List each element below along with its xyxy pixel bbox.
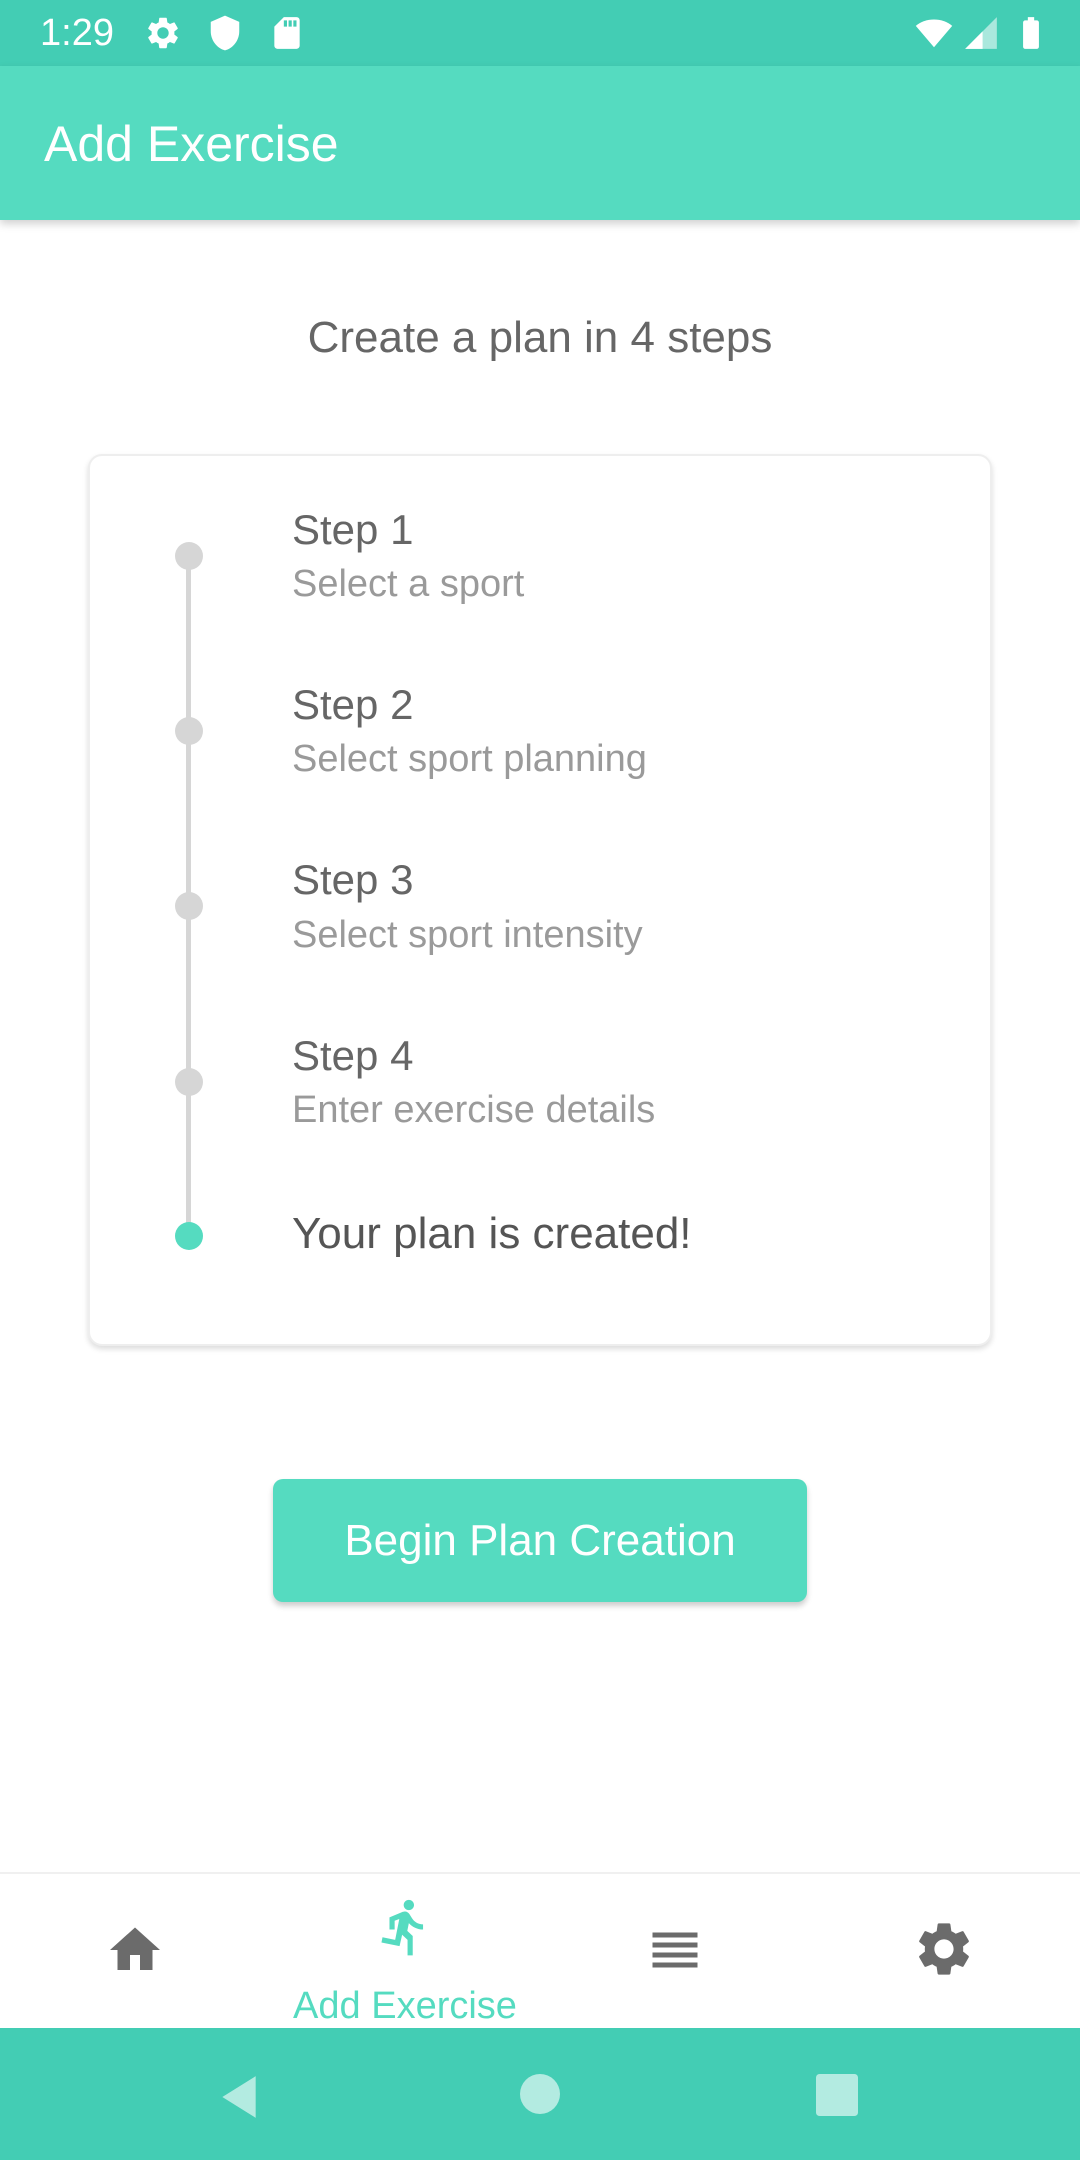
running-icon <box>381 1899 424 1956</box>
final-step-dot <box>175 1222 203 1250</box>
begin-plan-creation-button[interactable]: Begin Plan Creation <box>273 1479 807 1602</box>
back-icon[interactable] <box>214 2072 264 2122</box>
step-3-dot <box>175 892 203 920</box>
status-time: 1:29 <box>40 12 114 54</box>
app-bar-title: Add Exercise <box>44 116 339 172</box>
step-1-title: Step 1 <box>292 506 414 553</box>
step-4-dot <box>175 1068 203 1096</box>
nav-item-add-exercise[interactable]: Add Exercise <box>270 1874 540 2030</box>
list-icon <box>652 1932 698 1968</box>
app-bar: Add Exercise <box>0 66 1080 220</box>
step-2-title: Step 2 <box>292 681 414 728</box>
nav-item-home[interactable] <box>0 1874 270 2030</box>
step-4-description: Enter exercise details <box>292 1089 656 1131</box>
step-4-title: Step 4 <box>292 1032 414 1079</box>
sd-card-icon <box>274 17 300 49</box>
recents-icon[interactable] <box>816 2074 858 2116</box>
home-icon <box>110 1927 160 1970</box>
battery-icon <box>1023 17 1039 49</box>
step-3-description: Select sport intensity <box>292 914 643 956</box>
nav-item-list[interactable] <box>540 1874 810 2030</box>
signal-icon <box>965 17 997 49</box>
nav-label-add-exercise: Add Exercise <box>293 1985 517 2027</box>
page-heading: Create a plan in 4 steps <box>307 313 773 362</box>
wifi-icon <box>915 19 953 48</box>
step-3-title: Step 3 <box>292 856 414 903</box>
nav-item-settings[interactable] <box>810 1874 1080 2030</box>
status-bar: 1:29 <box>0 0 1080 66</box>
home-circle-icon[interactable] <box>520 2074 560 2114</box>
step-1-description: Select a sport <box>292 563 525 605</box>
settings-icon <box>919 1923 969 1975</box>
shield-icon <box>210 15 240 51</box>
step-1-dot <box>175 542 203 570</box>
step-2-dot <box>175 717 203 745</box>
gear-icon <box>148 17 178 49</box>
bottom-navigation: Add Exercise <box>0 1872 1080 2028</box>
system-navigation-bar <box>0 2028 1080 2160</box>
final-step-text: Your plan is created! <box>292 1209 692 1258</box>
step-2-description: Select sport planning <box>292 738 647 780</box>
